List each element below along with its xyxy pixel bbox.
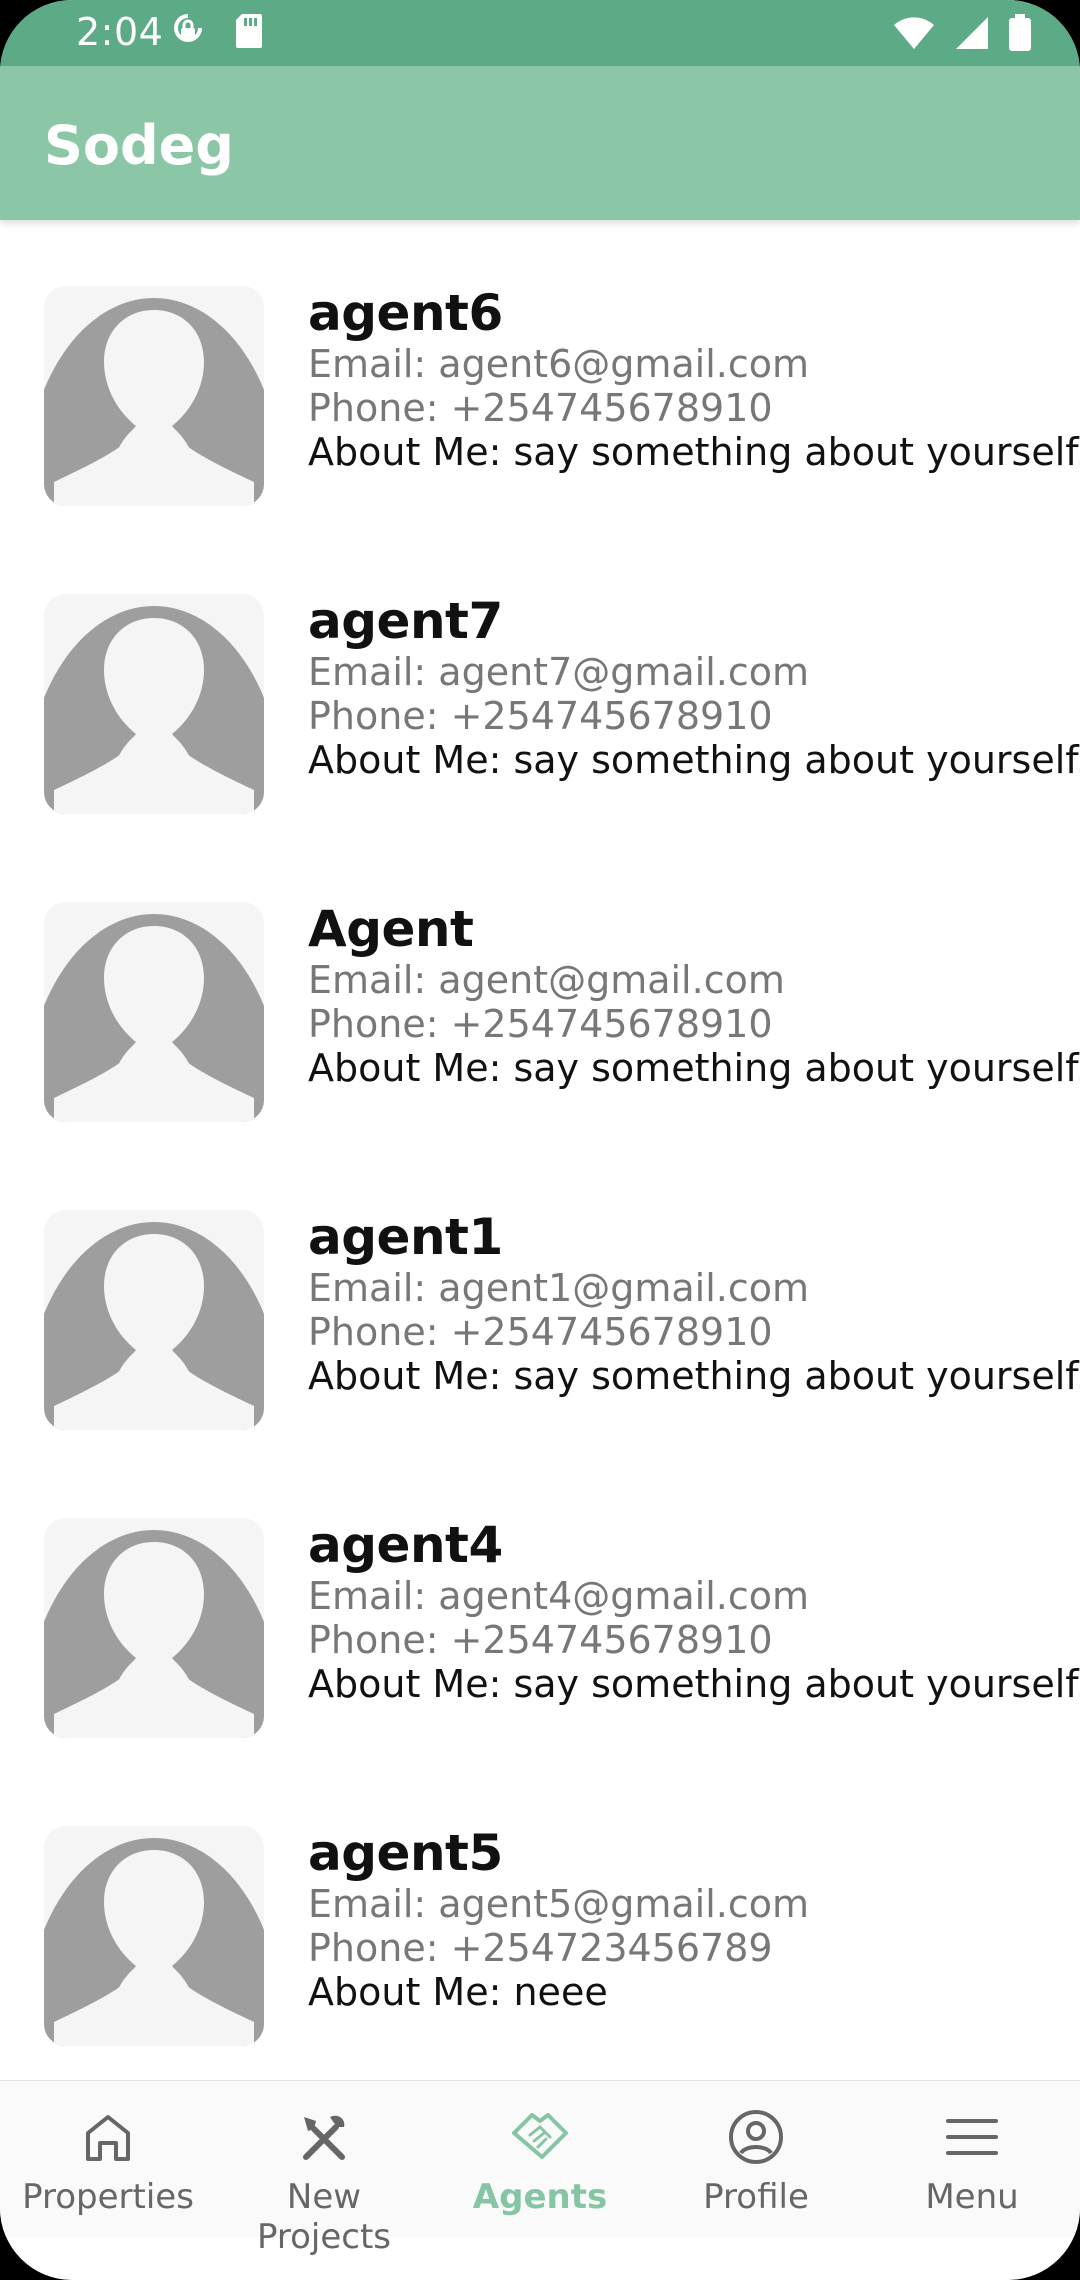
status-icons — [892, 14, 1032, 57]
agent-phone: Phone: +254723456789 — [308, 1926, 773, 1970]
agent-about: About Me: say something about yourself..… — [308, 430, 1080, 474]
agent-email: Email: agent7@gmail.com — [308, 650, 810, 694]
screen: 2:04 Sodeg agent6 Email: agent6@gmail.co… — [0, 0, 1080, 2280]
avatar-placeholder-icon — [44, 286, 264, 506]
agent-about: About Me: neee — [308, 1970, 608, 2014]
account-circle-icon — [726, 2107, 786, 2167]
status-bar: 2:04 — [0, 0, 1080, 66]
agent-about: About Me: say something about yourself..… — [308, 1354, 1080, 1398]
agent-name: agent1 — [308, 1208, 503, 1266]
nav-item-profile[interactable]: Profile — [648, 2081, 864, 2237]
signal-icon — [954, 15, 990, 56]
agent-about: About Me: say something about yourself..… — [308, 738, 1080, 782]
tools-icon — [294, 2107, 354, 2167]
agent-phone: Phone: +254745678910 — [308, 386, 773, 430]
status-time: 2:04 — [76, 10, 164, 54]
nav-label: Profile — [703, 2177, 809, 2217]
avatar-placeholder-icon — [44, 902, 264, 1122]
agent-phone: Phone: +254745678910 — [308, 694, 773, 738]
agent-card[interactable]: agent5 Email: agent5@gmail.com Phone: +2… — [0, 1760, 1080, 2068]
avatar-placeholder-icon — [44, 1826, 264, 2046]
agent-list[interactable]: agent6 Email: agent6@gmail.com Phone: +2… — [0, 220, 1080, 2080]
agent-card[interactable]: Agent Email: agent@gmail.com Phone: +254… — [0, 836, 1080, 1144]
handshake-icon — [510, 2107, 570, 2167]
agent-email: Email: agent1@gmail.com — [308, 1266, 810, 1310]
agent-name: agent5 — [308, 1824, 503, 1882]
nav-item-menu[interactable]: Menu — [864, 2081, 1080, 2237]
agent-phone: Phone: +254745678910 — [308, 1618, 773, 1662]
home-icon — [78, 2107, 138, 2167]
agent-name: agent7 — [308, 592, 503, 650]
nav-item-new-projects[interactable]: New Projects — [216, 2081, 432, 2257]
agent-about: About Me: say something about yourself..… — [308, 1662, 1080, 1706]
agent-email: Email: agent4@gmail.com — [308, 1574, 810, 1618]
sync-lock-icon — [172, 12, 204, 57]
sd-card-icon — [234, 12, 264, 55]
agent-email: Email: agent5@gmail.com — [308, 1882, 810, 1926]
app-title: Sodeg — [44, 114, 234, 177]
bottom-navigation: Properties New Projects Agents Profile M… — [0, 2080, 1080, 2257]
nav-label: Menu — [925, 2177, 1019, 2217]
battery-icon — [1008, 14, 1032, 57]
agent-card[interactable]: agent4 Email: agent4@gmail.com Phone: +2… — [0, 1452, 1080, 1760]
agent-about: About Me: say something about yourself..… — [308, 1046, 1080, 1090]
agent-name: Agent — [308, 900, 474, 958]
avatar-placeholder-icon — [44, 594, 264, 814]
agent-phone: Phone: +254745678910 — [308, 1002, 773, 1046]
nav-item-agents[interactable]: Agents — [432, 2081, 648, 2237]
agent-name: agent4 — [308, 1516, 503, 1574]
agent-email: Email: agent6@gmail.com — [308, 342, 810, 386]
agent-phone: Phone: +254745678910 — [308, 1310, 773, 1354]
app-bar: Sodeg — [0, 66, 1080, 220]
menu-icon — [942, 2107, 1002, 2167]
nav-label: Properties — [22, 2177, 194, 2217]
nav-label: New Projects — [256, 2177, 392, 2257]
agent-card[interactable]: agent6 Email: agent6@gmail.com Phone: +2… — [0, 220, 1080, 528]
wifi-icon — [892, 15, 936, 56]
avatar-placeholder-icon — [44, 1210, 264, 1430]
agent-email: Email: agent@gmail.com — [308, 958, 785, 1002]
nav-label: Agents — [472, 2177, 608, 2217]
agent-name: agent6 — [308, 284, 503, 342]
nav-item-properties[interactable]: Properties — [0, 2081, 216, 2237]
agent-card[interactable]: agent7 Email: agent7@gmail.com Phone: +2… — [0, 528, 1080, 836]
agent-card[interactable]: agent1 Email: agent1@gmail.com Phone: +2… — [0, 1144, 1080, 1452]
avatar-placeholder-icon — [44, 1518, 264, 1738]
gesture-handle[interactable] — [440, 2254, 640, 2262]
